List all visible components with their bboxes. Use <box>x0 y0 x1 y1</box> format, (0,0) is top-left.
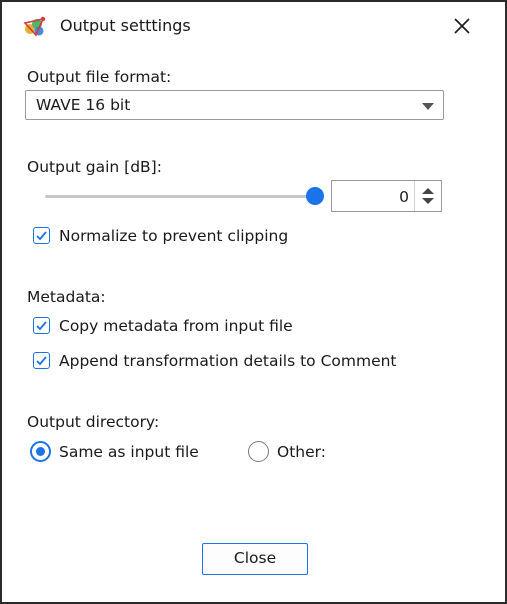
output-settings-dialog: Output setttings Output file format: WAV… <box>0 0 507 604</box>
window-title: Output setttings <box>60 16 191 35</box>
copy-metadata-checkbox[interactable] <box>33 317 50 334</box>
normalize-label: Normalize to prevent clipping <box>59 227 289 245</box>
app-logo-icon <box>23 16 46 37</box>
copy-metadata-label: Copy metadata from input file <box>59 317 293 335</box>
gain-slider-track[interactable] <box>45 195 315 198</box>
close-button[interactable]: Close <box>202 543 308 575</box>
metadata-label: Metadata: <box>27 288 106 306</box>
same-as-input-radio[interactable] <box>30 441 51 462</box>
checkmark-icon <box>36 231 47 241</box>
checkmark-icon <box>36 321 47 331</box>
output-format-label: Output file format: <box>27 68 172 86</box>
output-directory-label: Output directory: <box>27 413 160 431</box>
append-details-label: Append transformation details to Comment <box>59 352 397 370</box>
gain-value: 0 <box>399 188 409 206</box>
same-as-input-label: Same as input file <box>59 443 199 461</box>
other-directory-label: Other: <box>277 443 326 461</box>
output-format-value: WAVE 16 bit <box>36 96 131 114</box>
gain-slider-handle[interactable] <box>306 187 324 205</box>
decrement-arrow-icon[interactable] <box>421 197 435 205</box>
title-bar: Output setttings <box>2 2 505 52</box>
gain-spinbox[interactable]: 0 <box>331 180 442 212</box>
close-icon[interactable] <box>450 14 474 38</box>
output-format-dropdown[interactable]: WAVE 16 bit <box>25 90 444 120</box>
other-directory-radio[interactable] <box>248 441 269 462</box>
output-gain-label: Output gain [dB]: <box>27 158 162 176</box>
checkmark-icon <box>36 356 47 366</box>
chevron-down-icon <box>422 103 434 110</box>
append-details-checkbox[interactable] <box>33 352 50 369</box>
spin-buttons <box>414 181 441 211</box>
normalize-checkbox[interactable] <box>33 227 50 244</box>
increment-arrow-icon[interactable] <box>421 187 435 195</box>
